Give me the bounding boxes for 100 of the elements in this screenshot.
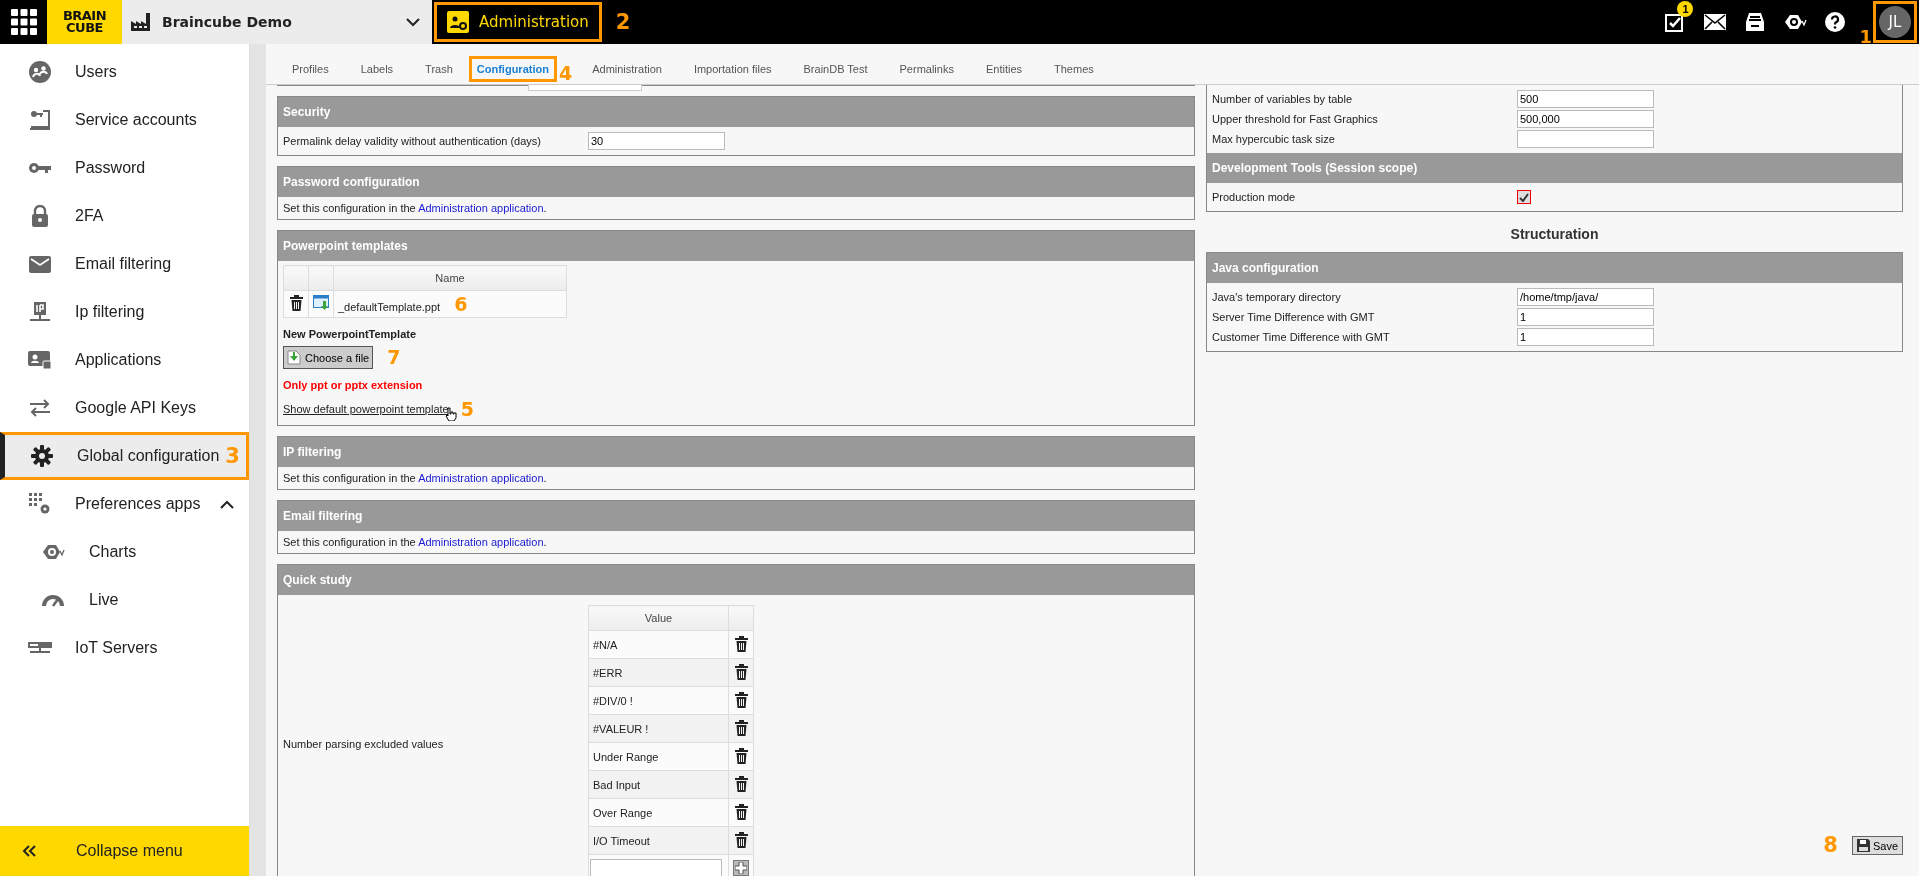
trash-icon[interactable] <box>734 635 748 652</box>
input-field[interactable]: /home/tmp/java/ <box>1517 288 1654 306</box>
show-template-link[interactable]: Show default powerpoint template <box>283 403 449 415</box>
table-header-cell: Value <box>588 605 729 631</box>
field-label: Number of variables by table <box>1212 93 1353 105</box>
tab[interactable]: Administration <box>576 56 678 82</box>
table-cell: #N/A <box>588 630 729 659</box>
note-text: Set this configuration in the Administration application. <box>283 472 548 484</box>
administration-link[interactable]: Administration application <box>418 536 544 548</box>
table-cell: #DIV/0 ! <box>588 686 729 715</box>
input-field[interactable]: 500 <box>1517 90 1654 108</box>
field-label: Permalink delay validity without authentication (days) <box>283 135 543 147</box>
table-header-cell: Name <box>333 265 567 291</box>
trash-icon[interactable] <box>734 719 748 736</box>
input-field[interactable] <box>528 85 642 91</box>
sidebar-item[interactable]: Email filtering <box>0 240 249 288</box>
collapse-menu-button[interactable]: Collapse menu <box>0 826 249 876</box>
note-text: Set this configuration in the Administration application. <box>283 536 548 548</box>
input-field[interactable]: 500,000 <box>1517 110 1654 128</box>
trash-icon[interactable] <box>734 663 748 680</box>
checkbox[interactable] <box>1517 190 1531 204</box>
section-header: Powerpoint templates <box>278 231 1194 261</box>
app-selector[interactable]: Braincube Demo <box>122 0 432 44</box>
input-field[interactable] <box>1517 130 1654 148</box>
section-header: Java configuration <box>1207 253 1902 283</box>
key-icon <box>28 161 52 175</box>
sidebar-item[interactable]: Password <box>0 144 249 192</box>
plus-icon <box>735 862 747 874</box>
sidebar-item[interactable]: Global configuration 3 <box>0 432 249 480</box>
tab[interactable]: Profiles <box>276 56 345 82</box>
note-text: Set this configuration in the Administration application. <box>283 202 548 214</box>
swap-arrows-icon <box>29 399 51 417</box>
chart-eye-icon <box>41 543 65 561</box>
table-cell: #ERR <box>588 658 729 687</box>
add-button[interactable] <box>733 860 749 876</box>
table-cell: Bad Input <box>588 770 729 799</box>
tab[interactable]: Labels <box>344 56 410 82</box>
sidebar-item[interactable]: Applications <box>0 336 249 384</box>
logo: BRAIN CUBE <box>47 0 122 44</box>
file-arrow-icon <box>287 350 301 365</box>
tab[interactable]: Entities <box>969 56 1038 82</box>
sidebar-item[interactable]: Users <box>0 48 249 96</box>
choose-file-button[interactable]: Choose a file <box>283 346 374 369</box>
trash-icon[interactable] <box>734 747 748 764</box>
field-label: Customer Time Difference with GMT <box>1212 331 1391 343</box>
input-field[interactable]: 1 <box>1517 328 1654 346</box>
tab[interactable]: Trash <box>409 56 469 82</box>
user-avatar[interactable]: JL <box>1879 6 1911 38</box>
sidebar-item[interactable]: Preferences apps <box>0 480 249 528</box>
input-field[interactable]: 30 <box>588 132 725 150</box>
sidebar-item[interactable]: Charts <box>0 528 249 576</box>
chevron-down-icon <box>406 17 420 27</box>
id-card-icon <box>28 350 52 370</box>
lock-icon <box>31 205 49 227</box>
callout-number: 7 <box>387 348 401 367</box>
section-heading: Structuration <box>1509 226 1600 242</box>
tab[interactable]: Importation files <box>677 56 788 82</box>
trash-icon[interactable] <box>734 803 748 820</box>
section-header: IP filtering <box>278 437 1194 467</box>
section-header: Email filtering <box>278 501 1194 531</box>
trash-icon[interactable] <box>289 295 303 311</box>
tab[interactable]: BrainDB Test <box>787 56 884 82</box>
callout-number: 4 <box>558 63 573 83</box>
field-label: Max hypercubic task size <box>1212 133 1336 145</box>
section-header: Quick study <box>278 565 1194 595</box>
trash-icon[interactable] <box>734 831 748 848</box>
warning-text: Only ppt or pptx extension <box>283 379 424 391</box>
trash-icon[interactable] <box>734 775 748 792</box>
sidebar-item[interactable]: Ip filtering <box>0 288 249 336</box>
table-cell: #VALEUR ! <box>588 714 729 743</box>
administration-link[interactable]: Administration application <box>418 202 544 214</box>
field-label: Number parsing excluded values <box>283 737 445 750</box>
sidebar-item[interactable]: Google API Keys <box>0 384 249 432</box>
sidebar-item[interactable]: IoT Servers <box>0 624 249 672</box>
trash-icon[interactable] <box>734 691 748 708</box>
sidebar-item[interactable]: Live <box>0 576 249 624</box>
download-window-icon[interactable] <box>312 295 330 311</box>
tasks-button[interactable]: 1 <box>1655 0 1696 44</box>
input-field[interactable]: 1 <box>1517 308 1654 326</box>
network-icon <box>29 301 51 323</box>
input-field[interactable] <box>590 859 722 876</box>
envelope-icon <box>29 255 51 273</box>
administration-link[interactable]: Administration application <box>418 472 544 484</box>
service-account-icon <box>29 109 51 131</box>
grid-gear-icon <box>29 493 51 515</box>
sidebar-item[interactable]: 2FA <box>0 192 249 240</box>
tab[interactable]: Themes <box>1038 56 1110 82</box>
gauge-icon <box>42 592 64 608</box>
double-chevron-left-icon <box>22 845 36 857</box>
tab[interactable]: Permalinks <box>883 56 970 82</box>
new-template-label: New PowerpointTemplate <box>283 328 418 340</box>
users-icon <box>28 60 52 84</box>
tab[interactable]: Configuration <box>468 56 557 82</box>
section-header: Development Tools (Session scope) <box>1207 153 1902 183</box>
save-button[interactable]: Save <box>1851 836 1903 855</box>
callout-number: 3 <box>225 445 240 467</box>
sidebar-item[interactable]: Service accounts <box>0 96 249 144</box>
administration-button[interactable]: Administration <box>434 2 602 42</box>
table-cell: I/O Timeout <box>588 826 729 855</box>
field-label: Server Time Difference with GMT <box>1212 311 1376 323</box>
